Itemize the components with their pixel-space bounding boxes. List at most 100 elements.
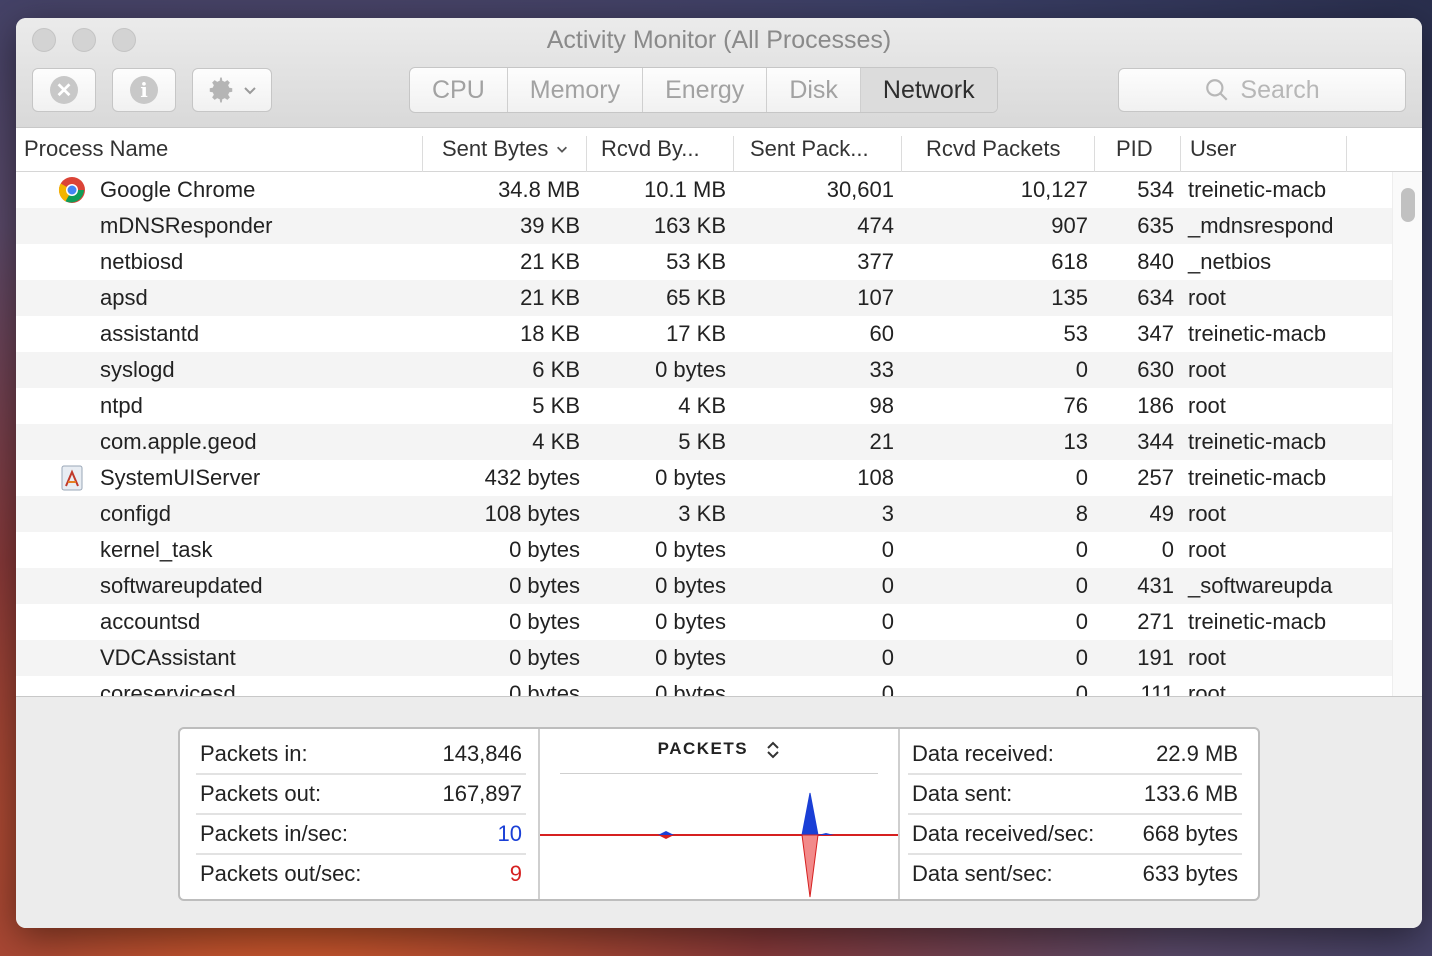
stat-value: 633 bytes (1142, 861, 1238, 886)
rcvd-packets-cell: 0 (1075, 537, 1088, 562)
sent-packets-cell: 0 (881, 609, 894, 634)
sent-packets-cell: 21 (869, 429, 894, 454)
process-name-cell: configd (100, 501, 171, 526)
window-title: Activity Monitor (All Processes) (546, 26, 892, 54)
process-name-cell: accountsd (100, 609, 201, 634)
packets-in-spike-large (801, 792, 819, 836)
sent-bytes-cell: 432 bytes (484, 465, 580, 490)
packets-graph (540, 792, 898, 898)
rcvd-bytes-cell: 0 bytes (655, 609, 726, 634)
sent-packets-cell: 3 (881, 501, 894, 526)
titlebar: Activity Monitor (All Processes) ✕ i CPU… (16, 18, 1422, 128)
rcvd-packets-cell: 135 (1051, 285, 1088, 310)
packets-in-spike-small (658, 831, 674, 835)
table-row[interactable]: syslogd 6 KB 0 bytes 33 0 630 root (16, 352, 1392, 388)
user-cell: root (1188, 357, 1226, 382)
pid-cell: 630 (1137, 357, 1174, 382)
sent-bytes-cell: 0 bytes (509, 609, 580, 634)
pid-cell: 344 (1137, 429, 1174, 454)
user-cell: _mdnsrespond (1188, 213, 1334, 238)
process-name-cell: kernel_task (100, 537, 213, 562)
process-name-cell: netbiosd (100, 249, 184, 274)
stat-value: 133.6 MB (1143, 781, 1238, 806)
scrollbar-thumb[interactable] (1401, 188, 1415, 222)
tab-disk[interactable]: Disk (767, 68, 861, 112)
pid-cell: 191 (1137, 645, 1174, 670)
user-cell: treinetic-macb (1188, 429, 1327, 454)
vertical-scrollbar[interactable] (1392, 172, 1422, 696)
stat-packets-out-sec: Packets out/sec: 9 (196, 855, 526, 895)
table-header: Process Name Sent Bytes Rcvd By... Sent … (16, 128, 1422, 172)
stat-value: 10 (497, 821, 522, 846)
inspect-process-button[interactable]: i (112, 68, 176, 112)
table-row[interactable]: mDNSResponder 39 KB 163 KB 474 907 635 _mdnsre… (16, 208, 1392, 244)
search-placeholder: Search (1240, 75, 1320, 104)
chrome-icon (58, 176, 86, 204)
table-row[interactable]: VDCAssistant 0 bytes 0 bytes 0 0 191 root (16, 640, 1392, 676)
sent-packets-cell: 474 (857, 213, 894, 238)
table-row[interactable]: Google Chrome 34.8 MB 10.1 MB 30,601 10,127 5… (16, 172, 1392, 208)
table-row[interactable]: coreservicesd 0 bytes 0 bytes 0 0 111 root (16, 676, 1392, 696)
column-header-rcvd-bytes[interactable]: Rcvd By... (601, 136, 700, 162)
user-cell: root (1188, 285, 1226, 310)
rcvd-bytes-cell: 65 KB (666, 285, 726, 310)
rcvd-bytes-cell: 0 bytes (655, 681, 726, 696)
tab-memory[interactable]: Memory (508, 68, 644, 112)
column-header-process-name[interactable]: Process Name (24, 136, 168, 162)
sent-bytes-cell: 34.8 MB (498, 177, 580, 202)
rcvd-packets-cell: 907 (1051, 213, 1088, 238)
user-cell: root (1188, 393, 1226, 418)
process-rows: Google Chrome 34.8 MB 10.1 MB 30,601 10,127 5… (16, 172, 1392, 696)
rcvd-packets-cell: 0 (1075, 573, 1088, 598)
user-cell: root (1188, 501, 1226, 526)
rcvd-packets-cell: 0 (1075, 645, 1088, 670)
search-field[interactable]: Search (1118, 68, 1406, 112)
column-header-rcvd-packets[interactable]: Rcvd Packets (926, 136, 1061, 162)
column-header-sent-packets[interactable]: Sent Pack... (750, 136, 869, 162)
column-header-sent-bytes[interactable]: Sent Bytes (442, 136, 569, 162)
stat-value: 9 (509, 861, 522, 886)
action-menu-button[interactable] (192, 68, 272, 112)
sent-bytes-cell: 6 KB (532, 357, 580, 382)
pid-cell: 635 (1137, 213, 1174, 238)
sent-bytes-cell: 21 KB (520, 285, 580, 310)
stat-data-sent: Data sent: 133.6 MB (908, 775, 1242, 815)
tab-network[interactable]: Network (860, 68, 997, 112)
table-row[interactable]: netbiosd 21 KB 53 KB 377 618 840 _netbios (16, 244, 1392, 280)
table-row[interactable]: accountsd 0 bytes 0 bytes 0 0 271 treinetic-ma… (16, 604, 1392, 640)
chart-mode-selector[interactable]: PACKETS (540, 739, 898, 760)
table-row[interactable]: com.apple.geod 4 KB 5 KB 21 13 344 treinetic-m… (16, 424, 1392, 460)
sent-packets-cell: 98 (869, 393, 894, 418)
pid-cell: 49 (1149, 501, 1174, 526)
process-name-cell: mDNSResponder (100, 213, 273, 238)
table-row[interactable]: configd 108 bytes 3 KB 3 8 49 root (16, 496, 1392, 532)
column-header-pid[interactable]: PID (1116, 136, 1153, 162)
stat-value: 22.9 MB (1156, 741, 1238, 766)
table-row[interactable]: kernel_task 0 bytes 0 bytes 0 0 0 root (16, 532, 1392, 568)
rcvd-bytes-cell: 17 KB (666, 321, 726, 346)
column-header-user[interactable]: User (1190, 136, 1236, 162)
rcvd-bytes-cell: 10.1 MB (644, 177, 726, 202)
sent-packets-cell: 107 (857, 285, 894, 310)
column-header-sent-bytes-label: Sent Bytes (442, 136, 549, 161)
sent-packets-cell: 0 (881, 573, 894, 598)
sent-bytes-cell: 39 KB (520, 213, 580, 238)
process-name-cell: coreservicesd (100, 681, 236, 696)
table-row[interactable]: apsd 21 KB 65 KB 107 135 634 root (16, 280, 1392, 316)
table-row[interactable]: SystemUIServer 432 bytes 0 bytes 108 0 257 tre… (16, 460, 1392, 496)
sent-bytes-cell: 0 bytes (509, 645, 580, 670)
table-row[interactable]: softwareupdated 0 bytes 0 bytes 0 0 431 _softw… (16, 568, 1392, 604)
view-tabs: CPU Memory Energy Disk Network (409, 67, 998, 113)
table-row[interactable]: assistantd 18 KB 17 KB 60 53 347 treinetic-mac… (16, 316, 1392, 352)
tab-energy[interactable]: Energy (643, 68, 768, 112)
rcvd-bytes-cell: 0 bytes (655, 357, 726, 382)
stop-process-button[interactable]: ✕ (32, 68, 96, 112)
pid-cell: 534 (1137, 177, 1174, 202)
user-cell: treinetic-macb (1188, 177, 1327, 202)
sent-bytes-cell: 0 bytes (509, 681, 580, 696)
process-name-cell: SystemUIServer (100, 465, 261, 490)
stat-label: Packets out: (200, 781, 322, 806)
table-row[interactable]: ntpd 5 KB 4 KB 98 76 186 root (16, 388, 1392, 424)
sent-bytes-cell: 4 KB (532, 429, 580, 454)
tab-cpu[interactable]: CPU (410, 68, 508, 112)
